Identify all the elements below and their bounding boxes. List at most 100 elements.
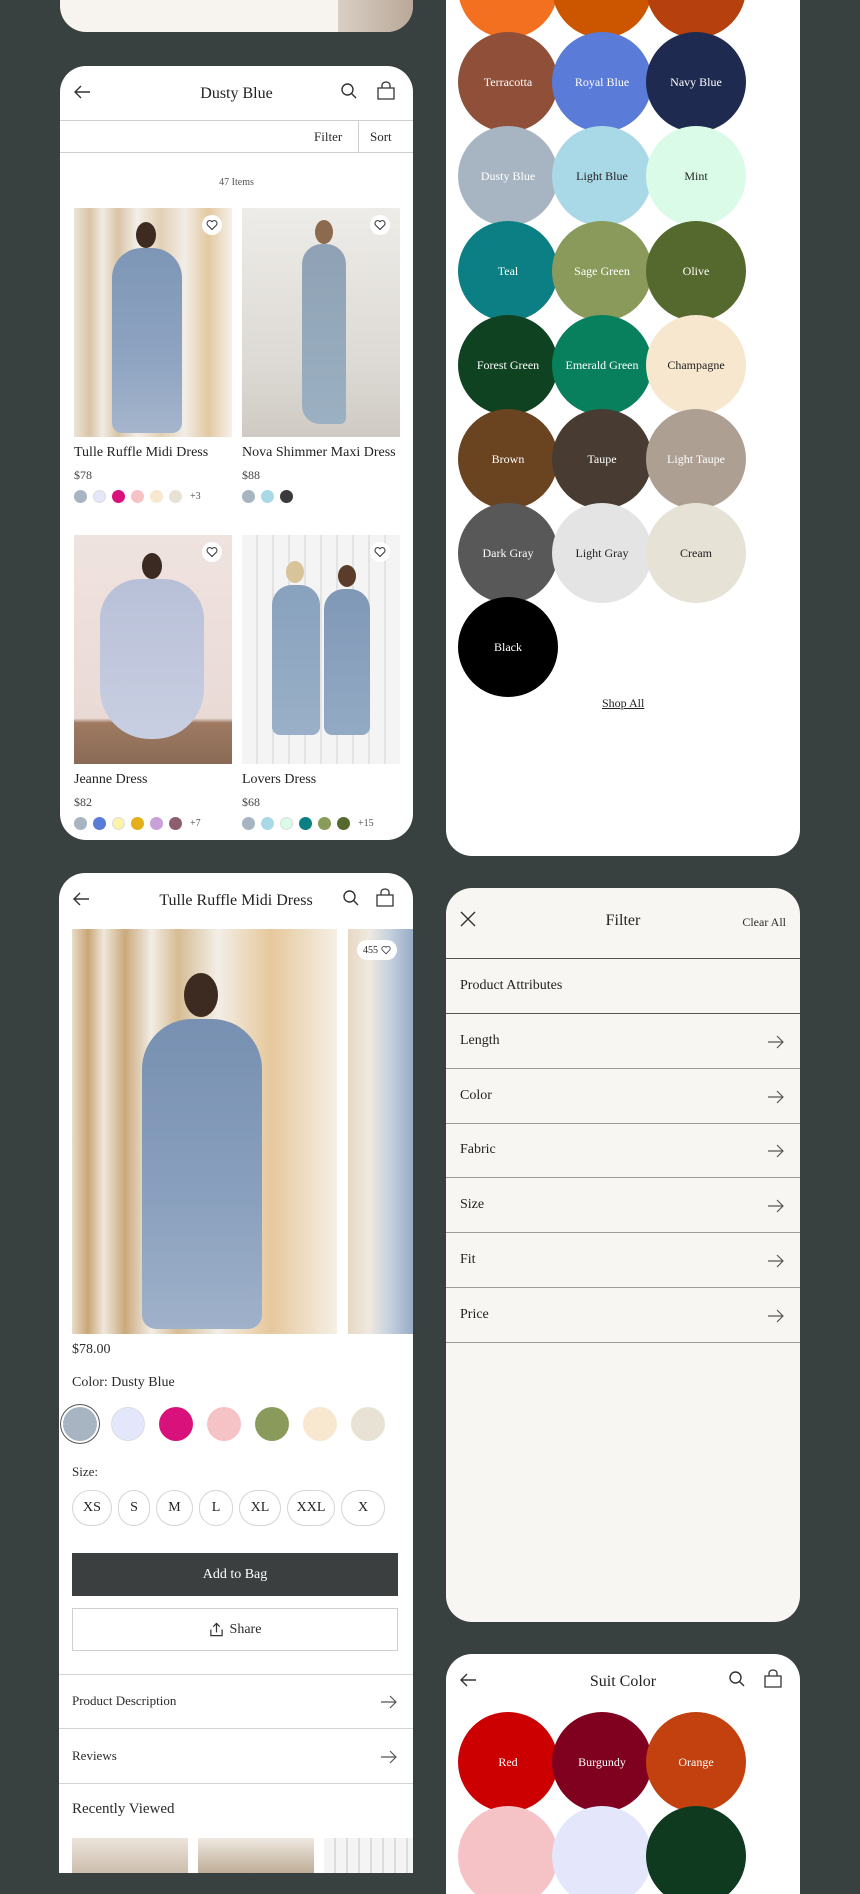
recently-viewed-item[interactable]	[324, 1838, 413, 1873]
color-option-dark-gray[interactable]: Dark Gray	[458, 503, 558, 604]
color-option-teal[interactable]: Teal	[458, 220, 558, 321]
favorite-button[interactable]	[202, 542, 222, 562]
suit-color-option[interactable]	[552, 1806, 652, 1894]
favorite-button[interactable]	[370, 215, 390, 235]
recently-viewed-item[interactable]	[198, 1838, 314, 1873]
share-label: Share	[229, 1621, 262, 1637]
color-swatch[interactable]	[261, 489, 274, 503]
product-next-image[interactable]	[348, 929, 413, 1334]
product-image[interactable]	[74, 535, 232, 764]
size-option-xs[interactable]: XS	[72, 1490, 112, 1526]
product-price: $82	[74, 795, 92, 809]
bag-button[interactable]	[376, 81, 396, 101]
size-option-x[interactable]: X	[341, 1490, 385, 1526]
color-option-light-gray[interactable]: Light Gray	[552, 503, 652, 604]
suit-color-option[interactable]: Burgundy	[552, 1712, 652, 1812]
color-swatch[interactable]	[111, 1407, 145, 1441]
product-image[interactable]	[242, 535, 400, 764]
color-swatch[interactable]	[131, 489, 144, 503]
size-option-xxl[interactable]: XXL	[287, 1490, 335, 1526]
color-option-light-blue[interactable]: Light Blue	[552, 126, 652, 227]
color-swatch[interactable]	[150, 489, 163, 503]
color-swatch[interactable]	[112, 489, 125, 503]
color-swatch[interactable]	[207, 1407, 241, 1441]
color-option-forest-green[interactable]: Forest Green	[458, 314, 558, 415]
product-image[interactable]	[74, 208, 232, 437]
filter-row-length[interactable]: Length	[446, 1014, 800, 1069]
color-swatch[interactable]	[74, 489, 87, 503]
filter-button[interactable]: Filter	[314, 129, 342, 145]
product-main-image[interactable]	[72, 929, 337, 1334]
color-swatch[interactable]	[169, 489, 182, 503]
size-option-m[interactable]: M	[156, 1490, 193, 1526]
like-count-badge[interactable]: 455	[357, 940, 397, 960]
favorite-button[interactable]	[370, 542, 390, 562]
filter-row-size[interactable]: Size	[446, 1178, 800, 1234]
color-swatch[interactable]	[337, 816, 350, 830]
size-option-xl[interactable]: XL	[239, 1490, 281, 1526]
product-name[interactable]: Jeanne Dress	[74, 772, 147, 788]
size-option-l[interactable]: L	[199, 1490, 233, 1526]
color-option-light-taupe[interactable]: Light Taupe	[646, 409, 746, 509]
color-option-royal-blue[interactable]: Royal Blue	[552, 32, 652, 133]
filter-row-fit[interactable]: Fit	[446, 1233, 800, 1288]
color-swatch[interactable]	[242, 816, 255, 830]
product-name[interactable]: Lovers Dress	[242, 772, 316, 788]
product-description-row[interactable]: Product Description	[59, 1674, 413, 1729]
color-swatch[interactable]	[74, 816, 87, 830]
recently-viewed-item[interactable]	[72, 1838, 188, 1873]
color-option-champagne[interactable]: Champagne	[646, 314, 746, 415]
color-option-dusty-blue[interactable]: Dusty Blue	[458, 126, 558, 227]
favorite-button[interactable]	[202, 215, 222, 235]
add-to-bag-button[interactable]: Add to Bag	[72, 1553, 398, 1596]
color-swatch[interactable]	[255, 1407, 289, 1441]
color-swatch[interactable]	[318, 816, 331, 830]
color-swatch[interactable]	[280, 816, 293, 830]
color-swatch[interactable]	[159, 1407, 193, 1441]
color-swatch[interactable]	[299, 816, 312, 830]
color-option-navy-blue[interactable]: Navy Blue	[646, 32, 746, 133]
color-option-brown[interactable]: Brown	[458, 409, 558, 509]
color-swatch[interactable]	[261, 816, 274, 830]
filter-row-fabric[interactable]: Fabric	[446, 1123, 800, 1179]
product-name[interactable]: Tulle Ruffle Midi Dress	[74, 445, 208, 461]
shop-all-link[interactable]: Shop All	[602, 696, 644, 711]
color-option-terracotta[interactable]: Terracotta	[458, 32, 558, 133]
search-button[interactable]	[342, 889, 360, 907]
search-button[interactable]	[340, 82, 358, 100]
color-option-emerald-green[interactable]: Emerald Green	[552, 314, 652, 415]
color-option-olive[interactable]: Olive	[646, 220, 746, 321]
suit-color-option[interactable]: Orange	[646, 1712, 746, 1812]
color-option-black[interactable]: Black	[458, 597, 558, 698]
bag-button[interactable]	[763, 1669, 783, 1689]
color-swatch[interactable]	[242, 489, 255, 503]
reviews-row[interactable]: Reviews	[59, 1729, 413, 1784]
color-swatch[interactable]	[93, 816, 106, 830]
color-swatch[interactable]	[169, 816, 182, 830]
color-option-cream[interactable]: Cream	[646, 503, 746, 604]
bag-button[interactable]	[375, 888, 395, 908]
color-swatch[interactable]	[351, 1407, 385, 1441]
color-option-taupe[interactable]: Taupe	[552, 409, 652, 509]
color-swatch[interactable]	[150, 816, 163, 830]
filter-row-price[interactable]: Price	[446, 1288, 800, 1343]
search-button[interactable]	[728, 1670, 746, 1688]
color-swatch[interactable]	[63, 1407, 97, 1441]
share-button[interactable]: Share	[72, 1608, 398, 1651]
color-swatch[interactable]	[303, 1407, 337, 1441]
suit-color-option[interactable]	[458, 1806, 558, 1894]
product-image[interactable]	[242, 208, 400, 437]
size-option-s[interactable]: S	[118, 1490, 150, 1526]
color-option-sage-green[interactable]: Sage Green	[552, 220, 652, 321]
suit-color-option[interactable]: Red	[458, 1712, 558, 1812]
color-swatch[interactable]	[131, 816, 144, 830]
color-swatch[interactable]	[112, 816, 125, 830]
clear-all-button[interactable]: Clear All	[742, 915, 786, 930]
sort-button[interactable]: Sort	[370, 129, 392, 145]
suit-color-option[interactable]	[646, 1806, 746, 1894]
color-swatch[interactable]	[280, 489, 293, 503]
filter-row-color[interactable]: Color	[446, 1069, 800, 1124]
product-name[interactable]: Nova Shimmer Maxi Dress	[242, 445, 396, 461]
color-option-mint[interactable]: Mint	[646, 126, 746, 227]
color-swatch[interactable]	[93, 489, 106, 503]
